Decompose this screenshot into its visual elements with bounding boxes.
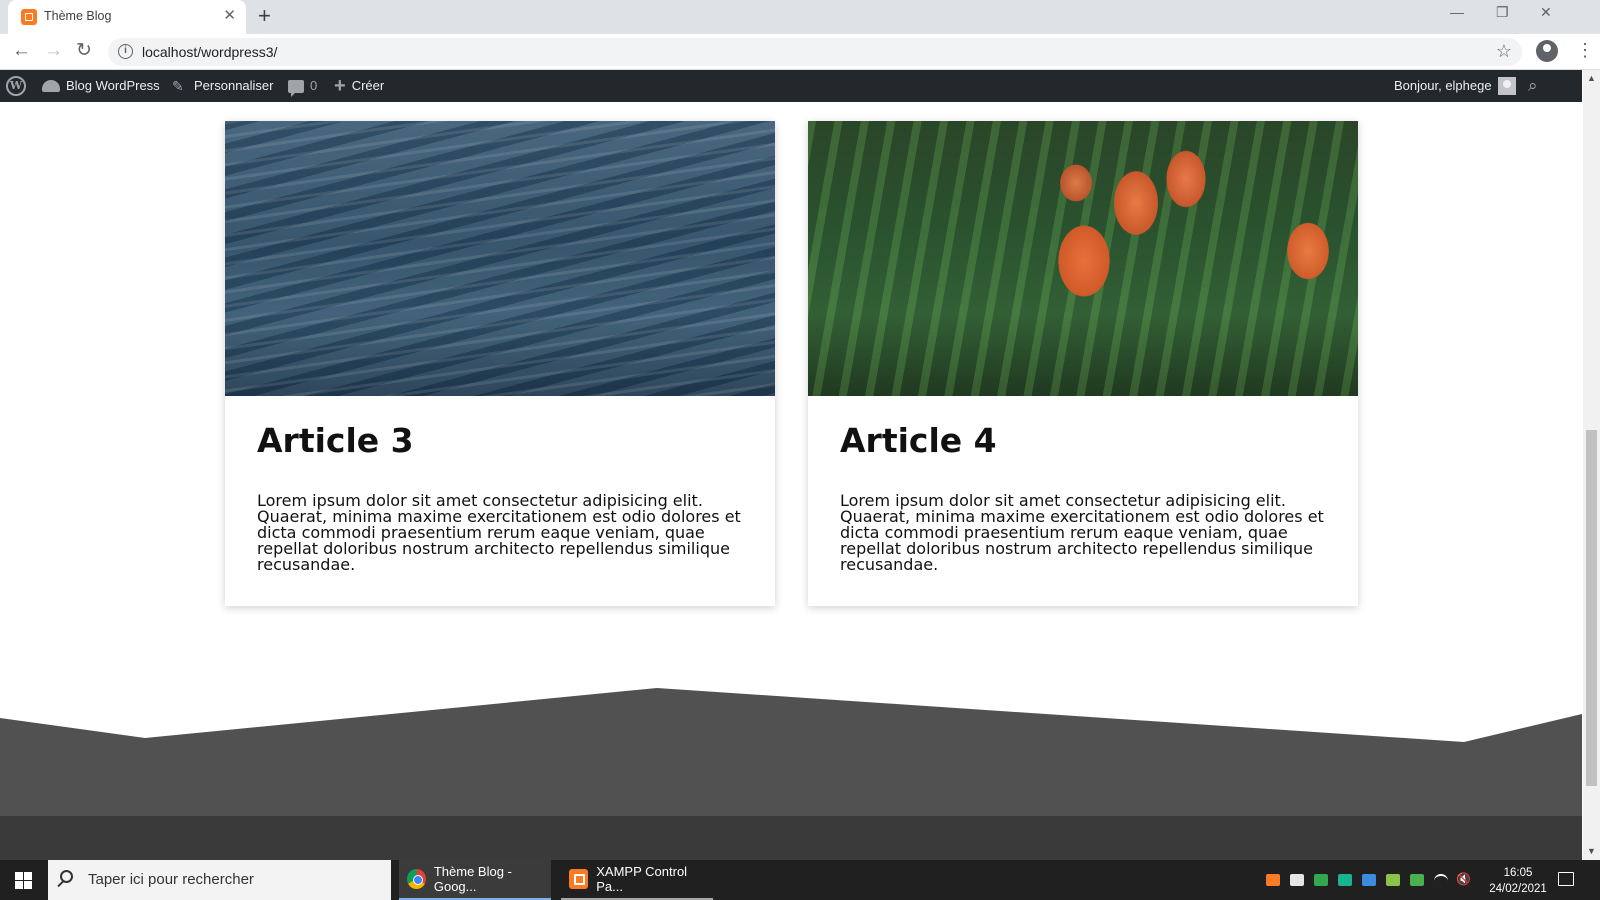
taskbar-app-label: Thème Blog - Goog... xyxy=(433,864,512,894)
security-tray-icon[interactable] xyxy=(1314,874,1328,886)
comments-menu[interactable]: 0 xyxy=(288,70,317,102)
notification-center-icon[interactable] xyxy=(1558,872,1574,886)
close-tab-icon[interactable]: ✕ xyxy=(223,8,236,24)
url-text[interactable]: localhost/wordpress3/ xyxy=(142,44,277,60)
search-menu[interactable]: ⌕ xyxy=(1528,70,1538,102)
reload-button[interactable]: ↻ xyxy=(76,40,92,62)
new-tab-button[interactable]: + xyxy=(258,4,271,28)
footer-wave-shape xyxy=(0,688,1582,816)
new-content-menu[interactable]: + Créer xyxy=(334,70,384,102)
article-title[interactable]: Article 4 xyxy=(840,421,997,460)
volume-muted-icon[interactable]: 🔇 xyxy=(1456,872,1471,886)
article-image-tulips[interactable] xyxy=(808,121,1358,396)
battery-tray-icon[interactable] xyxy=(1290,874,1304,886)
screen: Thème Blog ✕ + — ❐ ✕ ← → ↻ i localhost/w… xyxy=(0,0,1600,900)
search-icon xyxy=(60,870,73,883)
customize-label: Personnaliser xyxy=(194,78,274,93)
scroll-up-arrow-icon[interactable]: ▲ xyxy=(1583,70,1600,87)
footer-wave xyxy=(0,688,1582,816)
chrome-icon xyxy=(407,869,426,889)
greeting-label: Bonjour, elphege xyxy=(1394,78,1492,93)
windows-taskbar: Taper ici pour rechercher Thème Blog - G… xyxy=(0,860,1600,900)
taskbar-search-placeholder[interactable]: Taper ici pour rechercher xyxy=(88,871,254,888)
windows-start-icon[interactable] xyxy=(15,872,32,889)
article-card[interactable]: Article 4 Lorem ipsum dolor sit amet con… xyxy=(808,121,1358,606)
forward-button[interactable]: → xyxy=(44,40,63,62)
browser-menu-icon[interactable]: ⋮ xyxy=(1576,40,1594,60)
app-tray-icon[interactable] xyxy=(1362,874,1376,886)
sync-tray-icon[interactable] xyxy=(1338,874,1352,886)
dashboard-icon xyxy=(42,80,60,92)
article-excerpt: Lorem ipsum dolor sit amet consectetur a… xyxy=(840,491,1324,574)
wp-logo-menu[interactable]: W xyxy=(6,70,26,102)
tab-title: Thème Blog xyxy=(44,9,112,23)
article-excerpt: Lorem ipsum dolor sit amet consectetur a… xyxy=(257,491,741,574)
address-bar[interactable]: i localhost/wordpress3/ ☆ xyxy=(108,38,1522,66)
wp-admin-bar: W Blog WordPress ✎ Personnaliser 0 + Cré… xyxy=(0,70,1582,102)
article-card[interactable]: Article 3 Lorem ipsum dolor sit amet con… xyxy=(225,121,775,606)
my-account-menu[interactable]: Bonjour, elphege xyxy=(1394,70,1516,102)
comment-bubble-icon xyxy=(288,79,304,97)
user-avatar-icon xyxy=(1497,77,1516,95)
nvidia-tray-icon[interactable] xyxy=(1410,874,1424,886)
clock-date: 24/02/2021 xyxy=(1489,883,1547,895)
paintbrush-icon: ✎ xyxy=(172,78,184,94)
browser-tab[interactable]: Thème Blog ✕ xyxy=(8,0,246,34)
checkmark-tray-icon[interactable] xyxy=(1386,874,1400,886)
plus-icon: + xyxy=(334,75,346,97)
new-content-label: Créer xyxy=(351,78,385,93)
clock-time: 16:05 xyxy=(1503,867,1533,879)
close-window-button[interactable]: ✕ xyxy=(1540,4,1552,21)
profile-avatar-icon[interactable] xyxy=(1536,40,1558,62)
bookmark-star-icon[interactable]: ☆ xyxy=(1496,41,1512,62)
customize-menu[interactable]: ✎ Personnaliser xyxy=(172,70,274,102)
browser-tabstrip: Thème Blog ✕ + — ❐ ✕ xyxy=(0,0,1600,34)
article-title[interactable]: Article 3 xyxy=(257,421,414,460)
taskbar-search-box[interactable]: Taper ici pour rechercher xyxy=(48,860,391,900)
back-button[interactable]: ← xyxy=(12,40,31,62)
minimize-button[interactable]: — xyxy=(1450,4,1464,20)
info-icon[interactable]: i xyxy=(118,44,133,59)
xampp-tray-icon[interactable] xyxy=(1266,874,1280,886)
article-image-water[interactable] xyxy=(225,121,775,396)
site-name-menu[interactable]: Blog WordPress xyxy=(42,70,160,102)
comments-count: 0 xyxy=(310,78,318,93)
restore-button[interactable]: ❐ xyxy=(1496,4,1509,21)
taskbar-clock[interactable]: 16:05 24/02/2021 xyxy=(1484,865,1552,897)
footer-bottom xyxy=(0,816,1582,860)
scrollbar-thumb[interactable] xyxy=(1586,430,1597,786)
search-icon: ⌕ xyxy=(1528,76,1538,95)
page-scrollbar[interactable]: ▲ ▼ xyxy=(1583,70,1600,860)
taskbar-app-xampp[interactable]: XAMPP Control Pa... xyxy=(561,860,713,900)
xampp-icon xyxy=(569,869,589,889)
xampp-favicon-icon xyxy=(21,9,37,25)
wordpress-logo-icon: W xyxy=(6,76,26,96)
taskbar-app-chrome[interactable]: Thème Blog - Goog... xyxy=(399,860,551,900)
site-name-label: Blog WordPress xyxy=(66,78,160,93)
wifi-tray-icon[interactable] xyxy=(1434,874,1448,886)
browser-toolbar: ← → ↻ i localhost/wordpress3/ ☆ xyxy=(0,34,1600,70)
scroll-down-arrow-icon[interactable]: ▼ xyxy=(1583,843,1600,860)
taskbar-app-label: XAMPP Control Pa... xyxy=(596,864,688,894)
